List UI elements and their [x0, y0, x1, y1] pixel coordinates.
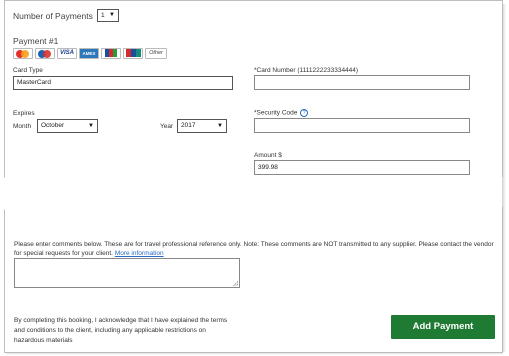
chevron-down-icon: ▼	[88, 123, 94, 129]
jcb-icon	[101, 48, 121, 59]
security-code-label: *Security Code ?	[254, 109, 309, 117]
number-of-payments-value: 1	[101, 12, 105, 19]
unionpay-icon	[123, 48, 143, 59]
month-value: October	[41, 122, 65, 129]
year-select[interactable]: 2017 ▼	[177, 119, 227, 133]
amex-icon: AMEX	[79, 48, 99, 59]
comments-instructions: Please enter comments below. These are f…	[14, 240, 494, 258]
card-type-select[interactable]: MasterCard	[13, 76, 233, 90]
card-type-value: MasterCard	[17, 79, 51, 86]
comments-textarea[interactable]	[14, 258, 240, 288]
other-card-icon: Other	[145, 48, 167, 59]
acknowledgement-line-1: By completing this booking, I acknowledg…	[14, 317, 228, 324]
year-value: 2017	[181, 122, 196, 129]
card-number-label: *Card Number (1111222233334444)	[254, 67, 359, 74]
add-payment-button[interactable]: Add Payment	[391, 315, 495, 339]
security-code-label-text: *Security Code	[254, 109, 298, 117]
more-information-link[interactable]: More information	[115, 250, 164, 257]
amount-field[interactable]: 399.98	[254, 160, 470, 175]
payment-form-top-panel	[4, 0, 503, 188]
card-type-label: Card Type	[13, 67, 43, 74]
chevron-down-icon: ▼	[217, 123, 223, 129]
acknowledgement-line-3: hazardous materials	[14, 337, 73, 344]
acknowledgement-text: By completing this booking, I acknowledg…	[14, 316, 274, 346]
year-label: Year	[160, 123, 174, 130]
number-of-payments-select[interactable]: 1 ▼	[97, 9, 119, 22]
security-code-field[interactable]	[254, 118, 470, 133]
resize-grip-icon[interactable]	[233, 281, 238, 286]
screenshot-stage: Number of Payments 1 ▼ Payment #1 VISA A…	[0, 0, 509, 356]
comments-instructions-text: Please enter comments below. These are f…	[14, 241, 494, 257]
mastercard-icon	[13, 48, 33, 59]
month-label: Month	[13, 123, 32, 130]
card-number-field[interactable]	[254, 75, 470, 90]
number-of-payments-label: Number of Payments	[13, 11, 93, 21]
card-logos: VISA AMEX Other	[13, 48, 167, 59]
expires-label: Expires	[13, 110, 35, 117]
acknowledgement-line-2: and conditions to the client, including …	[14, 327, 206, 334]
amount-label: Amount $	[254, 152, 282, 159]
visa-icon: VISA	[57, 48, 77, 59]
month-select[interactable]: October ▼	[37, 119, 98, 133]
chevron-down-icon: ▼	[109, 12, 115, 18]
payment-title: Payment #1	[13, 36, 59, 46]
help-icon[interactable]: ?	[300, 109, 309, 117]
maestro-icon	[35, 48, 55, 59]
